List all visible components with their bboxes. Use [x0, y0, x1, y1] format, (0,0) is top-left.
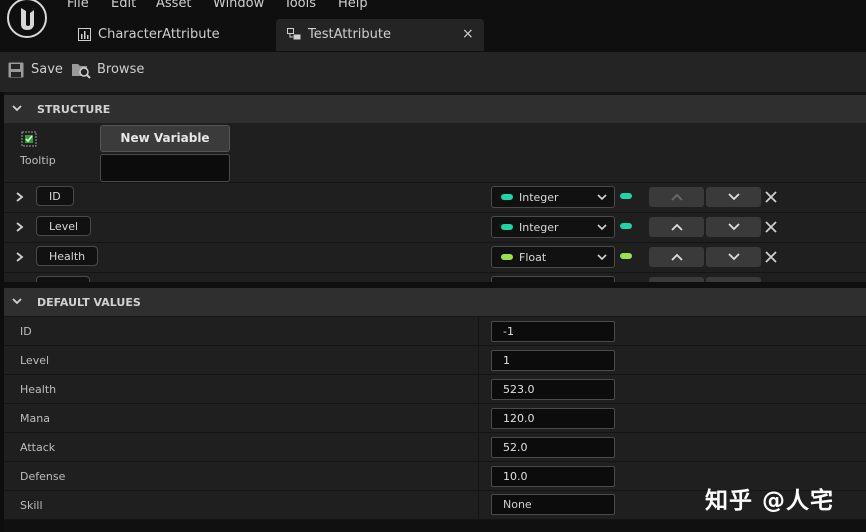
default-value-label-id: ID: [20, 325, 32, 338]
unreal-logo-icon[interactable]: [6, 0, 48, 40]
toolbar: Save Browse: [0, 52, 866, 92]
default-values-section-header[interactable]: DEFAULT VALUES: [4, 288, 866, 316]
chevron-up-icon: [671, 223, 683, 231]
tab-test-attribute[interactable]: TestAttribute ×: [276, 19, 484, 51]
container-type-selector[interactable]: [620, 223, 632, 229]
tab-character-attribute[interactable]: CharacterAttribute: [66, 19, 276, 51]
move-down-button[interactable]: [706, 217, 761, 237]
save-icon: [8, 62, 24, 78]
checked-checkbox-icon[interactable]: [21, 131, 37, 147]
default-value-row: [4, 317, 866, 346]
variable-type-label: Float: [519, 251, 547, 264]
chevron-down-icon: [597, 254, 607, 261]
menu-window[interactable]: Window: [213, 0, 264, 11]
variable-type-label: Integer: [519, 221, 559, 234]
tab-label: TestAttribute: [308, 27, 392, 42]
chevron-down-icon: [12, 105, 22, 112]
container-type-selector[interactable]: [620, 253, 632, 259]
chevron-right-icon[interactable]: [16, 192, 24, 202]
default-value-label-defense: Defense: [20, 470, 66, 483]
variable-type-dropdown[interactable]: Integer: [491, 216, 615, 238]
save-button[interactable]: Save: [6, 52, 63, 92]
tooltip-input[interactable]: [100, 154, 230, 182]
menu-tools[interactable]: Tools: [284, 0, 316, 11]
delete-variable-icon[interactable]: [765, 191, 777, 203]
variable-name-field[interactable]: Health: [36, 246, 99, 266]
menu-help[interactable]: Help: [338, 0, 368, 11]
chevron-down-icon: [597, 224, 607, 231]
bottom-edge: [4, 520, 866, 532]
tab-label: CharacterAttribute: [98, 27, 220, 42]
chevron-right-icon[interactable]: [16, 222, 24, 232]
move-down-button[interactable]: [706, 247, 761, 267]
default-value-label-mana: Mana: [20, 412, 50, 425]
default-value-label-health: Health: [20, 383, 57, 396]
browse-label: Browse: [97, 62, 145, 77]
variable-name-field[interactable]: ID: [36, 186, 74, 206]
move-up-button[interactable]: [649, 217, 704, 237]
chevron-down-icon: [728, 253, 740, 261]
container-pill-icon: [620, 253, 632, 259]
default-value-label-skill: Skill: [20, 499, 43, 512]
menu-asset[interactable]: Asset: [156, 0, 192, 11]
type-color-pill: [501, 224, 513, 230]
container-pill-icon: [620, 193, 632, 199]
watermark-text: 知乎 @人宅: [705, 488, 835, 514]
chevron-up-icon: [671, 193, 683, 201]
variable-type-label: Integer: [519, 191, 559, 204]
browse-button[interactable]: Browse: [70, 52, 146, 92]
chart-icon: [78, 28, 91, 41]
delete-variable-icon[interactable]: [765, 251, 777, 263]
tooltip-label: Tooltip: [20, 154, 56, 167]
variable-name-field[interactable]: Level: [36, 216, 92, 236]
chevron-up-icon: [671, 253, 683, 261]
default-value-row: [4, 375, 866, 404]
defense-value-input[interactable]: 10.0: [491, 466, 615, 487]
default-value-label-attack: Attack: [20, 441, 56, 454]
section-title: STRUCTURE: [37, 103, 111, 116]
container-type-selector[interactable]: [620, 193, 632, 199]
default-value-row: [4, 433, 866, 462]
move-up-button[interactable]: [649, 187, 704, 207]
save-label: Save: [31, 62, 63, 77]
attack-value-input[interactable]: 52.0: [491, 437, 615, 458]
structure-section-header[interactable]: STRUCTURE: [4, 95, 866, 123]
default-value-label-level: Level: [20, 354, 50, 367]
menu-edit[interactable]: Edit: [111, 0, 136, 11]
move-up-button[interactable]: [649, 247, 704, 267]
chevron-right-icon[interactable]: [16, 252, 24, 262]
container-pill-icon: [620, 223, 632, 229]
level-value-input[interactable]: 1: [491, 350, 615, 371]
variable-type-dropdown[interactable]: Float: [491, 246, 615, 268]
close-icon[interactable]: ×: [462, 26, 474, 42]
variable-type-dropdown[interactable]: Integer: [491, 186, 615, 208]
id-value-input[interactable]: -1: [491, 321, 615, 342]
title-bar: File Edit Asset Window Tools Help Charac…: [0, 0, 866, 52]
chevron-down-icon: [728, 223, 740, 231]
default-value-row: [4, 404, 866, 433]
chevron-down-icon: [597, 194, 607, 201]
type-color-pill: [501, 254, 513, 260]
struct-icon: [287, 28, 301, 40]
section-title: DEFAULT VALUES: [37, 296, 141, 309]
chevron-down-icon: [728, 193, 740, 201]
default-value-row: [4, 346, 866, 375]
menu-file[interactable]: File: [67, 0, 89, 11]
column-divider[interactable]: [478, 317, 479, 520]
move-down-button[interactable]: [706, 187, 761, 207]
chevron-down-icon: [12, 298, 22, 305]
browse-icon: [72, 64, 91, 79]
health-value-input[interactable]: 523.0: [491, 379, 615, 400]
delete-variable-icon[interactable]: [765, 221, 777, 233]
new-variable-button[interactable]: New Variable: [100, 125, 230, 152]
mana-value-input[interactable]: 120.0: [491, 408, 615, 429]
skill-value-dropdown[interactable]: None: [491, 494, 615, 515]
type-color-pill: [501, 194, 513, 200]
